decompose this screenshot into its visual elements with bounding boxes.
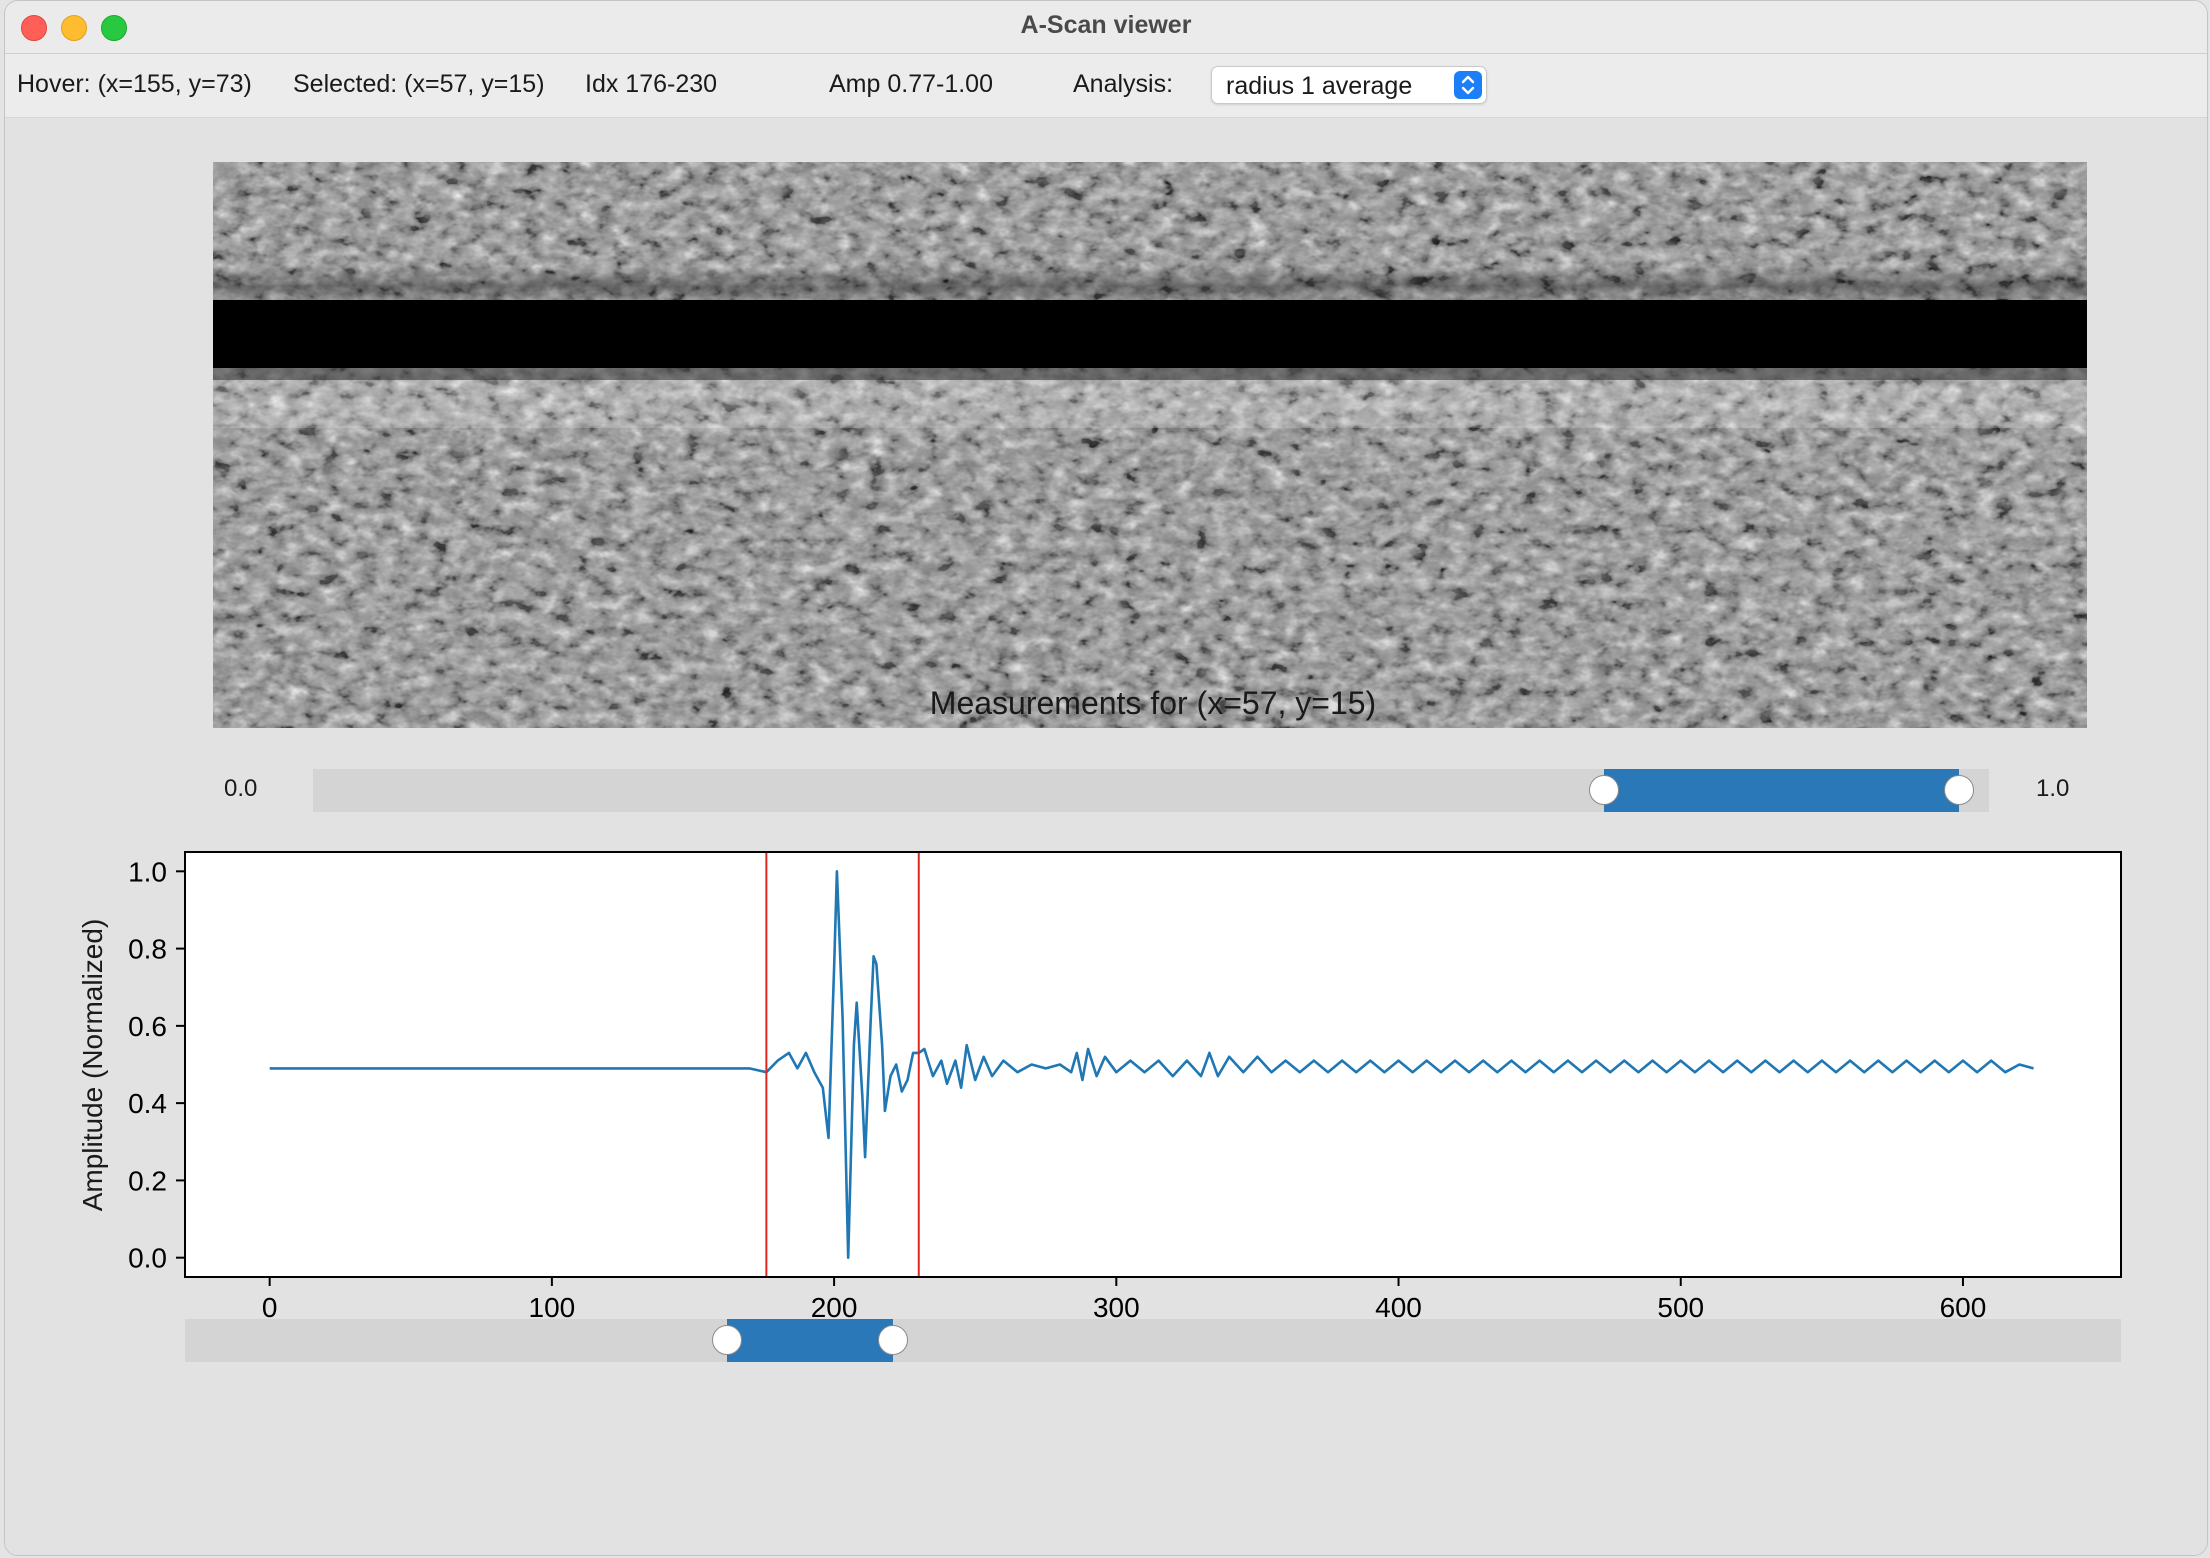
- index-slider-low-handle[interactable]: [711, 1325, 742, 1355]
- index-slider-selection: [726, 1319, 894, 1362]
- index-range-slider[interactable]: [185, 1319, 2121, 1362]
- y-axis-title: Amplitude (Normalized): [77, 918, 108, 1212]
- y-tick-label: 0.0: [128, 1243, 167, 1274]
- y-tick-label: 0.6: [128, 1011, 167, 1042]
- y-tick-label: 1.0: [128, 856, 167, 887]
- y-tick-label: 0.8: [128, 934, 167, 965]
- series-line-0: [269, 870, 2034, 1259]
- index-slider-high-handle[interactable]: [878, 1325, 909, 1355]
- y-tick-label: 0.2: [128, 1165, 167, 1196]
- app-window: A-Scan viewer Hover: (x=155, y=73) Selec…: [4, 0, 2208, 1556]
- y-tick-label: 0.4: [128, 1088, 167, 1119]
